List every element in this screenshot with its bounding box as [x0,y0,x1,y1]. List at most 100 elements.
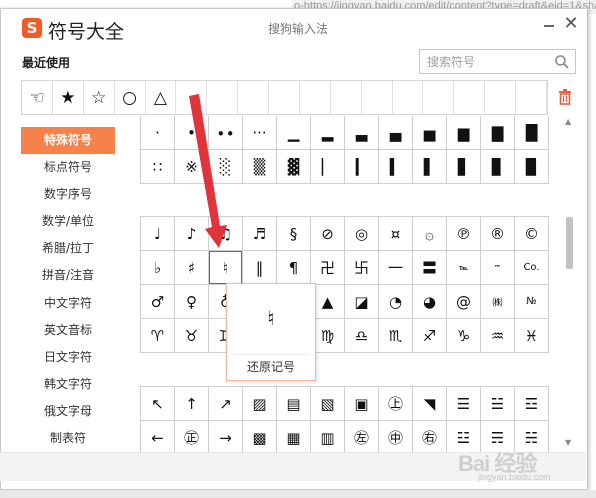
search-input[interactable] [420,50,548,73]
symbol-cell[interactable]: → [209,421,243,452]
sidebar-item-10[interactable]: 韩文字符 [21,371,115,398]
symbol-cell[interactable]: ▧ [311,387,345,421]
symbol-cell[interactable]: ▆ [447,116,481,150]
symbol-cell[interactable]: ♀ [175,285,209,319]
symbol-cell[interactable]: ☰ [447,387,481,421]
symbol-cell[interactable]: ♬ [243,217,277,251]
symbol-cell[interactable]: № [515,285,549,319]
symbol-cell[interactable]: ♯ [175,251,209,285]
symbol-cell[interactable]: ▃ [345,116,379,150]
recent-symbol-cell[interactable] [485,81,516,114]
recent-symbol-cell[interactable] [362,81,393,114]
symbol-cell[interactable]: ↗ [209,387,243,421]
search-icon[interactable] [554,54,570,70]
symbol-cell[interactable]: @ [447,285,481,319]
search-box[interactable] [419,49,576,74]
trash-icon[interactable] [558,89,572,105]
recent-symbol-cell[interactable] [454,81,486,114]
symbol-cell[interactable]: ♎ [345,319,379,353]
symbol-cell[interactable]: ♈ [141,319,175,353]
symbol-cell[interactable]: ™ [481,251,515,285]
recent-symbol-cell[interactable]: ○ [115,81,146,114]
symbol-cell[interactable]: ㊨ [413,421,447,452]
sidebar-item-4[interactable]: 数学/单位 [21,208,115,235]
symbol-cell[interactable]: • [175,116,209,150]
symbol-cell[interactable]: ↖ [141,387,175,421]
symbol-cell[interactable]: ▓ [277,150,311,184]
recent-symbol-cell[interactable] [269,81,300,114]
recent-symbol-cell[interactable] [423,81,455,114]
symbol-cell[interactable]: ㊣ [175,421,209,452]
symbol-cell[interactable]: ▣ [345,387,379,421]
recent-symbol-cell[interactable]: ☜ [22,81,53,114]
symbol-cell[interactable]: ▁ [277,116,311,150]
symbol-cell[interactable]: ∷ [141,150,175,184]
symbol-cell[interactable]: ▤ [277,387,311,421]
symbol-cell[interactable]: ← [141,421,175,452]
symbol-cell[interactable]: ℡ [447,251,481,285]
symbol-cell[interactable]: ㊥ [379,421,413,452]
symbol-cell[interactable]: ◕ [413,285,447,319]
scroll-down-icon[interactable]: ▼ [565,438,571,447]
symbol-cell[interactable]: ㈱ [481,285,515,319]
sidebar-item-6[interactable]: 拼音/注音 [21,262,115,289]
symbol-cell[interactable]: ▇ [481,116,515,150]
symbol-cell[interactable]: ▥ [311,421,345,452]
minimize-button[interactable] [541,17,557,33]
symbol-cell[interactable]: Co. [515,251,549,285]
symbol-cell[interactable]: ♭ [141,251,175,285]
recent-symbol-cell[interactable]: △ [146,81,177,114]
symbol-cell[interactable]: ☱ [481,387,515,421]
symbol-cell[interactable]: ◔ [379,285,413,319]
recent-symbol-cell[interactable] [300,81,331,114]
symbol-cell[interactable]: ▊ [481,150,515,184]
symbol-cell[interactable]: ▄ [379,116,413,150]
sidebar-item-5[interactable]: 希腊/拉丁 [21,235,115,262]
sidebar-item-7[interactable]: 中文字符 [21,290,115,317]
symbol-cell[interactable]: ¶ [277,251,311,285]
symbol-cell[interactable]: ‖ [243,251,277,285]
symbol-cell[interactable]: ♍ [311,319,345,353]
symbol-cell[interactable]: ® [481,217,515,251]
symbol-cell[interactable]: ↑ [175,387,209,421]
symbol-cell[interactable]: § [277,217,311,251]
symbol-cell[interactable]: █ [515,116,549,150]
symbol-cell[interactable]: ▅ [413,116,447,150]
symbol-cell[interactable]: ◎ [345,217,379,251]
symbol-cell[interactable]: ♉ [175,319,209,353]
sidebar-item-11[interactable]: 俄文字母 [21,398,115,425]
symbol-cell[interactable]: ◥ [413,387,447,421]
symbol-cell[interactable]: ▦ [277,421,311,452]
symbol-cell[interactable]: ※ [175,150,209,184]
symbol-cell[interactable]: ▏ [311,150,345,184]
symbol-cell[interactable]: ░ [209,150,243,184]
recent-symbol-cell[interactable] [393,81,424,114]
symbol-cell[interactable]: ▨ [243,387,277,421]
symbol-cell[interactable]: ♏ [379,319,413,353]
symbol-cell[interactable]: ∙∙ [209,116,243,150]
symbol-cell[interactable]: 卍 [311,251,345,285]
recent-symbol-cell[interactable] [238,81,269,114]
symbol-cell[interactable]: ℗ [447,217,481,251]
symbol-cell[interactable]: ♮ [209,251,243,285]
recent-symbol-cell[interactable]: ★ [53,81,84,114]
sidebar-item-3[interactable]: 数字序号 [21,181,115,208]
symbol-cell[interactable]: · [141,116,175,150]
symbol-cell[interactable]: ··· [243,116,277,150]
sidebar-item-12[interactable]: 制表符 [21,425,115,452]
symbol-cell[interactable]: 〓 [413,251,447,285]
symbol-cell[interactable]: ♓ [515,319,549,353]
symbol-cell[interactable]: ▌ [413,150,447,184]
symbol-cell[interactable]: ۞ [413,217,447,251]
symbol-cell[interactable]: ▉ [515,150,549,184]
symbol-cell[interactable]: ♑ [447,319,481,353]
symbol-cell[interactable]: ▂ [311,116,345,150]
symbol-cell[interactable]: ▎ [345,150,379,184]
scroll-thumb[interactable] [566,217,573,269]
scroll-up-icon[interactable]: ▲ [565,117,571,126]
symbol-cell[interactable]: ◪ [345,285,379,319]
symbol-cell[interactable]: ▒ [243,150,277,184]
symbol-scrollbar[interactable]: ▲ ▼ [563,116,576,452]
symbol-cell[interactable]: ㊤ [379,387,413,421]
symbol-cell[interactable]: ▩ [243,421,277,452]
